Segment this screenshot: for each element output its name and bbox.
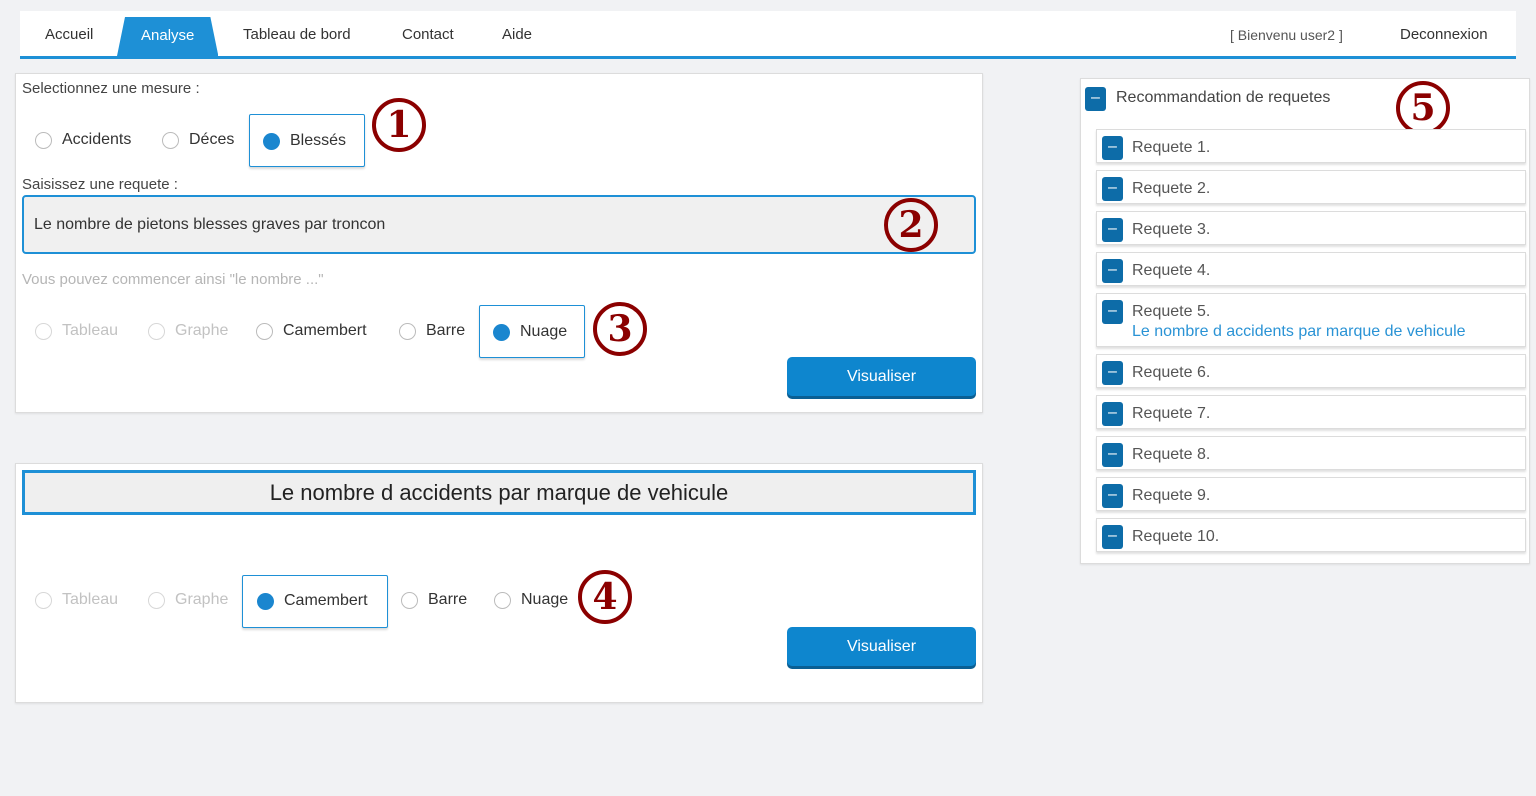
marker-2: 2: [884, 198, 938, 252]
radio-label: Accidents: [62, 131, 132, 148]
radio-label: Camembert: [284, 592, 368, 609]
result-panel: Le nombre d accidents par marque de vehi…: [15, 463, 983, 703]
measure-radio-deces[interactable]: Déces: [162, 128, 234, 152]
collapse-icon[interactable]: –: [1102, 177, 1123, 201]
collapse-icon[interactable]: –: [1102, 402, 1123, 426]
recommendation-label: Requete 9.: [1132, 487, 1211, 504]
request-label: Saisissez une requete :: [22, 176, 178, 193]
collapse-icon[interactable]: –: [1102, 136, 1123, 160]
recommendation-label: Requete 5.: [1132, 303, 1211, 320]
radio-circle: [35, 322, 52, 340]
recommendation-label: Requete 8.: [1132, 446, 1211, 463]
recommendations-title: Recommandation de requetes: [1116, 89, 1331, 106]
viz-radio-graphe[interactable]: Graphe: [148, 319, 228, 343]
tab-contact[interactable]: Contact: [402, 11, 454, 56]
result-viz-radio-nuage[interactable]: Nuage: [494, 588, 568, 612]
radio-circle: [493, 323, 510, 341]
result-viz-radio-tableau[interactable]: Tableau: [35, 588, 118, 612]
radio-circle: [35, 591, 52, 609]
query-panel: Selectionnez une mesure : Accidents Déce…: [15, 73, 983, 413]
recommendation-query-link[interactable]: Le nombre d accidents par marque de vehi…: [1132, 323, 1466, 341]
viz-radio-camembert[interactable]: Camembert: [256, 319, 367, 343]
result-viz-radio-camembert[interactable]: Camembert: [257, 589, 368, 613]
radio-label: Tableau: [62, 591, 119, 608]
viz-radio-barre[interactable]: Barre: [399, 319, 465, 343]
radio-label: Déces: [189, 131, 235, 148]
measure-radio-blesses[interactable]: Blessés: [263, 129, 346, 153]
recommendation-label: Requete 7.: [1132, 405, 1211, 422]
radio-circle: [494, 591, 511, 609]
radio-circle: [148, 322, 165, 340]
radio-circle: [399, 322, 416, 340]
radio-circle: [35, 131, 52, 149]
radio-circle: [256, 322, 273, 340]
radio-label: Nuage: [520, 323, 568, 340]
marker-5: 5: [1396, 81, 1450, 135]
recommendation-item-3[interactable]: – Requete 3.: [1096, 211, 1526, 245]
radio-circle: [263, 132, 280, 150]
recommendation-label: Requete 3.: [1132, 221, 1211, 238]
measure-label: Selectionnez une mesure :: [22, 80, 200, 97]
radio-circle: [162, 131, 179, 149]
radio-label: Blessés: [290, 132, 347, 149]
collapse-icon[interactable]: –: [1102, 218, 1123, 242]
radio-label: Barre: [426, 322, 466, 339]
radio-label: Tableau: [62, 322, 119, 339]
request-input[interactable]: [22, 195, 976, 254]
recommendation-label: Requete 4.: [1132, 262, 1211, 279]
collapse-icon[interactable]: –: [1102, 361, 1123, 385]
recommendation-item-1[interactable]: – Requete 1.: [1096, 129, 1526, 163]
radio-label: Graphe: [175, 591, 229, 608]
tab-aide[interactable]: Aide: [502, 11, 532, 56]
collapse-icon[interactable]: –: [1102, 525, 1123, 549]
recommendation-item-4[interactable]: – Requete 4.: [1096, 252, 1526, 286]
tab-accueil[interactable]: Accueil: [45, 11, 93, 56]
radio-label: Nuage: [521, 591, 569, 608]
marker-3: 3: [593, 302, 647, 356]
user-greeting: [ Bienvenu user2 ]: [1230, 27, 1343, 43]
recommendation-item-5[interactable]: – Requete 5. Le nombre d accidents par m…: [1096, 293, 1526, 347]
viz-radio-tableau[interactable]: Tableau: [35, 319, 118, 343]
recommendation-item-9[interactable]: – Requete 9.: [1096, 477, 1526, 511]
recommendation-item-2[interactable]: – Requete 2.: [1096, 170, 1526, 204]
result-visualize-button[interactable]: Visualiser: [787, 627, 976, 666]
logout-link[interactable]: Deconnexion: [1400, 11, 1488, 59]
recommendation-label: Requete 6.: [1132, 364, 1211, 381]
visualize-button[interactable]: Visualiser: [787, 357, 976, 396]
collapse-icon[interactable]: –: [1102, 259, 1123, 283]
result-viz-radio-graphe[interactable]: Graphe: [148, 588, 228, 612]
collapse-icon[interactable]: –: [1102, 443, 1123, 467]
measure-radio-accidents[interactable]: Accidents: [35, 128, 131, 152]
radio-circle: [401, 591, 418, 609]
result-viz-radio-barre[interactable]: Barre: [401, 588, 467, 612]
request-hint: Vous pouvez commencer ainsi "le nombre .…: [22, 271, 324, 288]
recommendation-label: Requete 2.: [1132, 180, 1211, 197]
result-title: Le nombre d accidents par marque de vehi…: [22, 470, 976, 515]
tab-analyse[interactable]: Analyse: [117, 17, 218, 56]
recommendation-item-6[interactable]: – Requete 6.: [1096, 354, 1526, 388]
collapse-icon[interactable]: –: [1102, 484, 1123, 508]
top-navigation: Accueil Analyse Tableau de bord Contact …: [20, 11, 1516, 59]
recommendation-item-7[interactable]: – Requete 7.: [1096, 395, 1526, 429]
recommendation-label: Requete 1.: [1132, 139, 1211, 156]
marker-1: 1: [372, 98, 426, 152]
collapse-icon[interactable]: –: [1085, 87, 1106, 111]
radio-circle: [148, 591, 165, 609]
tab-tableau-de-bord[interactable]: Tableau de bord: [243, 11, 351, 56]
radio-circle: [257, 592, 274, 610]
radio-label: Barre: [428, 591, 468, 608]
recommendations-panel: – Recommandation de requetes 5 – Requete…: [1080, 78, 1530, 564]
radio-label: Camembert: [283, 322, 367, 339]
viz-radio-nuage[interactable]: Nuage: [493, 320, 567, 344]
radio-label: Graphe: [175, 322, 229, 339]
recommendation-label: Requete 10.: [1132, 528, 1220, 545]
recommendation-item-10[interactable]: – Requete 10.: [1096, 518, 1526, 552]
marker-4: 4: [578, 570, 632, 624]
recommendation-item-8[interactable]: – Requete 8.: [1096, 436, 1526, 470]
collapse-icon[interactable]: –: [1102, 300, 1123, 324]
